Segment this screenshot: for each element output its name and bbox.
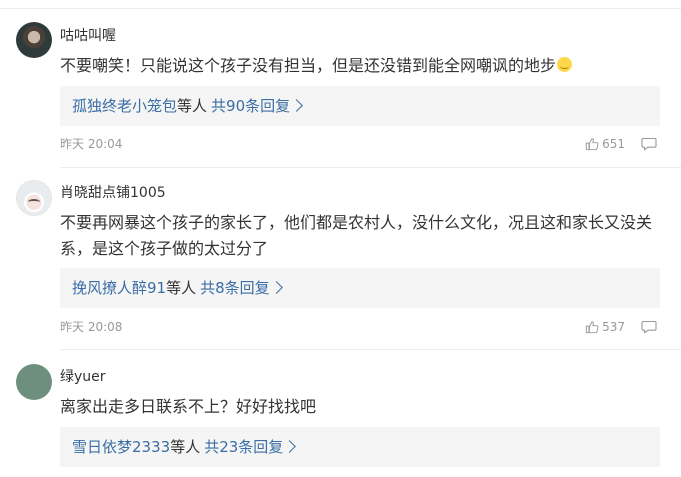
reply-preview[interactable]: 孤独终老小笼包等人 共90条回复 [60,86,660,126]
thumbs-up-icon [585,138,599,151]
thumbs-up-icon [585,321,599,334]
reply-count-link[interactable]: 共90条回复 [211,97,290,115]
avatar[interactable] [16,180,52,216]
like-count: 651 [602,137,625,151]
comment-username[interactable]: 咕咕叫喔 [60,27,116,45]
reply-preview[interactable]: 雪日依梦2333等人 共23条回复 [60,427,660,467]
comment-item: 肖晓甜点铺1005 不要再网暴这个孩子的家长了，他们都是农村人，没什么文化，况且… [0,168,681,350]
reply-user-names[interactable]: 挽风撩人醉91 [72,279,166,297]
like-button[interactable]: 537 [585,319,625,335]
comment-text: 不要嘲笑！只能说这个孩子没有担当，但是还没错到能全网嘲讽的地步 [60,56,557,75]
comment-content: 不要嘲笑！只能说这个孩子没有担当，但是还没错到能全网嘲讽的地步 [60,53,660,79]
reply-others-label: 等人 [177,97,208,115]
smile-emoji-icon [557,57,573,72]
avatar[interactable] [16,364,52,400]
like-button[interactable]: 651 [585,136,625,152]
comment-bubble-icon[interactable] [641,137,657,151]
comment-text: 不要再网暴这个孩子的家长了，他们都是农村人，没什么文化，况且这和家长又没关系，是… [60,213,653,258]
chevron-right-icon [269,281,283,294]
reply-others-label: 等人 [170,438,201,456]
reply-others-label: 等人 [166,279,197,297]
reply-preview[interactable]: 挽风撩人醉91等人 共8条回复 [60,268,660,308]
reply-user-names[interactable]: 孤独终老小笼包 [72,97,177,115]
comment-time: 昨天 20:08 [60,320,123,334]
chevron-right-icon [290,99,303,112]
comment-content: 不要再网暴这个孩子的家长了，他们都是农村人，没什么文化，况且这和家长又没关系，是… [60,210,660,262]
chevron-right-icon [283,440,297,453]
comment-bubble-icon[interactable] [641,320,657,334]
comment-username[interactable]: 肖晓甜点铺1005 [60,184,166,202]
comment-item: 绿yuer 离家出走多日联系不上？好好找找吧 雪日依梦2333等人 共23条回复 [0,350,681,477]
comment-username[interactable]: 绿yuer [60,368,106,386]
reply-user-names[interactable]: 雪日依梦2333 [72,438,170,456]
reply-count-link[interactable]: 共23条回复 [204,438,283,456]
reply-count-link[interactable]: 共8条回复 [200,279,270,297]
comment-item: 咕咕叫喔 不要嘲笑！只能说这个孩子没有担当，但是还没错到能全网嘲讽的地步 孤独终… [0,0,681,170]
comment-list: 咕咕叫喔 不要嘲笑！只能说这个孩子没有担当，但是还没错到能全网嘲讽的地步 孤独终… [0,0,681,477]
comment-content: 离家出走多日联系不上？好好找找吧 [60,394,660,420]
comment-time: 昨天 20:04 [60,137,123,151]
avatar[interactable] [16,22,52,58]
like-count: 537 [602,320,625,334]
comment-text: 离家出走多日联系不上？好好找找吧 [60,397,317,416]
